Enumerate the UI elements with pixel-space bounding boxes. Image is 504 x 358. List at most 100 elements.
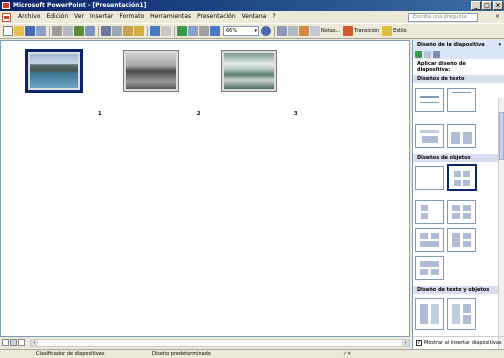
slide-image-glacier xyxy=(224,53,274,89)
rehearse-icon[interactable] xyxy=(288,26,298,36)
document-icon[interactable] xyxy=(2,12,11,22)
slide-sorter[interactable]: 1 2 3 xyxy=(0,40,410,337)
print-preview-icon[interactable] xyxy=(63,26,73,36)
layout-bar xyxy=(431,304,439,324)
layout-bar xyxy=(463,315,471,324)
task-pane-scrollbar[interactable] xyxy=(498,98,504,358)
scroll-right-icon[interactable]: › xyxy=(402,340,409,346)
help-icon[interactable] xyxy=(261,26,271,36)
task-pane-footer: ✓ Mostrar al insertar diapositivas xyxy=(413,336,504,348)
layout-content-4[interactable] xyxy=(447,228,476,252)
layout-bar xyxy=(420,241,439,247)
scroll-left-icon[interactable]: ‹ xyxy=(31,340,38,346)
title-bar[interactable]: Microsoft PowerPoint - [Presentación1] _… xyxy=(0,0,504,11)
table-icon[interactable] xyxy=(188,26,198,36)
forward-icon[interactable] xyxy=(424,51,431,58)
layout-title-slide[interactable] xyxy=(415,88,444,112)
zoom-select[interactable]: 66% xyxy=(223,26,259,36)
menu-ventana[interactable]: Ventana xyxy=(239,11,270,23)
summary-icon[interactable] xyxy=(299,26,309,36)
spell-icon[interactable] xyxy=(74,26,84,36)
spell-check-icon[interactable]: ✓✕ xyxy=(343,350,351,358)
menu-insertar[interactable]: Insertar xyxy=(87,11,116,23)
grid-icon[interactable] xyxy=(199,26,209,36)
cut-icon[interactable] xyxy=(101,26,111,36)
layout-two-columns[interactable] xyxy=(447,124,476,148)
copy-icon[interactable] xyxy=(112,26,122,36)
layout-bar xyxy=(420,304,428,324)
print-icon[interactable] xyxy=(52,26,62,36)
style-button[interactable]: Estilo xyxy=(393,26,407,36)
slide-thumbnail-3[interactable] xyxy=(221,50,277,92)
research-icon[interactable] xyxy=(85,26,95,36)
task-pane-menu-icon[interactable]: ▾ xyxy=(498,40,501,50)
slide-thumbnail-1[interactable] xyxy=(25,49,83,93)
color-icon[interactable] xyxy=(210,26,220,36)
layout-content-1[interactable] xyxy=(415,200,444,224)
section-object-layouts: Diseños de objetos xyxy=(413,154,504,162)
permission-icon[interactable] xyxy=(36,26,46,36)
slide-image-mountain xyxy=(126,53,176,89)
menu-archivo[interactable]: Archivo xyxy=(15,11,43,23)
layout-text-object-1[interactable] xyxy=(415,298,444,330)
hide-slide-icon[interactable] xyxy=(277,26,287,36)
layout-bar xyxy=(420,102,439,103)
layout-bar xyxy=(421,213,428,219)
toolbar-separator xyxy=(49,25,50,37)
home-icon[interactable] xyxy=(433,51,440,58)
save-icon[interactable] xyxy=(25,26,35,36)
slide-thumbnail-2[interactable] xyxy=(123,50,179,92)
show-on-insert-label[interactable]: Mostrar al insertar diapositivas xyxy=(424,340,502,346)
help-search-input[interactable]: Escriba una pregunta xyxy=(408,13,478,22)
layout-bar xyxy=(452,205,460,211)
layout-bar xyxy=(420,130,439,133)
layout-text-object-2[interactable] xyxy=(447,298,476,330)
close-button[interactable]: × xyxy=(493,1,503,10)
minimize-button[interactable]: _ xyxy=(471,1,481,10)
menu-herramientas[interactable]: Herramientas xyxy=(147,11,194,23)
menu-ver[interactable]: Ver xyxy=(71,11,87,23)
back-icon[interactable] xyxy=(415,51,422,58)
normal-view-icon[interactable] xyxy=(2,339,9,346)
show-on-insert-checkbox[interactable]: ✓ xyxy=(416,339,422,346)
notes-icon[interactable] xyxy=(310,26,320,36)
layout-bar xyxy=(422,136,438,143)
layout-blank[interactable] xyxy=(415,166,444,190)
open-icon[interactable] xyxy=(14,26,24,36)
layout-bar xyxy=(431,269,439,275)
notes-button[interactable]: Notas... xyxy=(321,26,340,36)
layout-bar xyxy=(420,233,428,239)
transition-icon[interactable] xyxy=(343,26,354,36)
toolbar-separator xyxy=(274,25,275,37)
document-close-button[interactable]: × xyxy=(495,13,500,21)
menu-edicion[interactable]: Edición xyxy=(43,11,71,23)
redo-icon[interactable] xyxy=(161,26,171,36)
slideshow-view-icon[interactable] xyxy=(18,339,25,346)
layout-content-3[interactable] xyxy=(415,228,444,252)
slide-number-2: 2 xyxy=(197,111,201,117)
maximize-button[interactable]: □ xyxy=(482,1,492,10)
layout-title-only[interactable] xyxy=(447,88,476,112)
layout-content-5[interactable] xyxy=(415,256,444,280)
new-icon[interactable] xyxy=(3,26,13,36)
menu-presentacion[interactable]: Presentación xyxy=(194,11,239,23)
layout-bar xyxy=(463,241,471,247)
scrollbar-thumb[interactable] xyxy=(499,112,504,160)
task-pane-header: Diseño de la diapositiva ▾ xyxy=(413,40,504,50)
horizontal-scrollbar[interactable]: ‹ › xyxy=(30,339,410,347)
style-icon[interactable] xyxy=(382,26,393,36)
transition-button[interactable]: Transición xyxy=(354,26,379,36)
status-design: Diseño predeterminado xyxy=(152,351,211,357)
layout-content-2[interactable] xyxy=(447,200,476,224)
layout-content-selected[interactable] xyxy=(447,164,477,191)
sorter-view-icon[interactable] xyxy=(10,339,17,346)
format-painter-icon[interactable] xyxy=(134,26,144,36)
menu-ayuda[interactable]: ? xyxy=(269,11,278,23)
menu-formato[interactable]: Formato xyxy=(116,11,147,23)
layout-bar xyxy=(463,171,470,177)
chart-icon[interactable] xyxy=(177,26,187,36)
powerpoint-icon xyxy=(2,2,10,9)
undo-icon[interactable] xyxy=(150,26,160,36)
layout-title-text[interactable] xyxy=(415,124,444,148)
paste-icon[interactable] xyxy=(123,26,133,36)
